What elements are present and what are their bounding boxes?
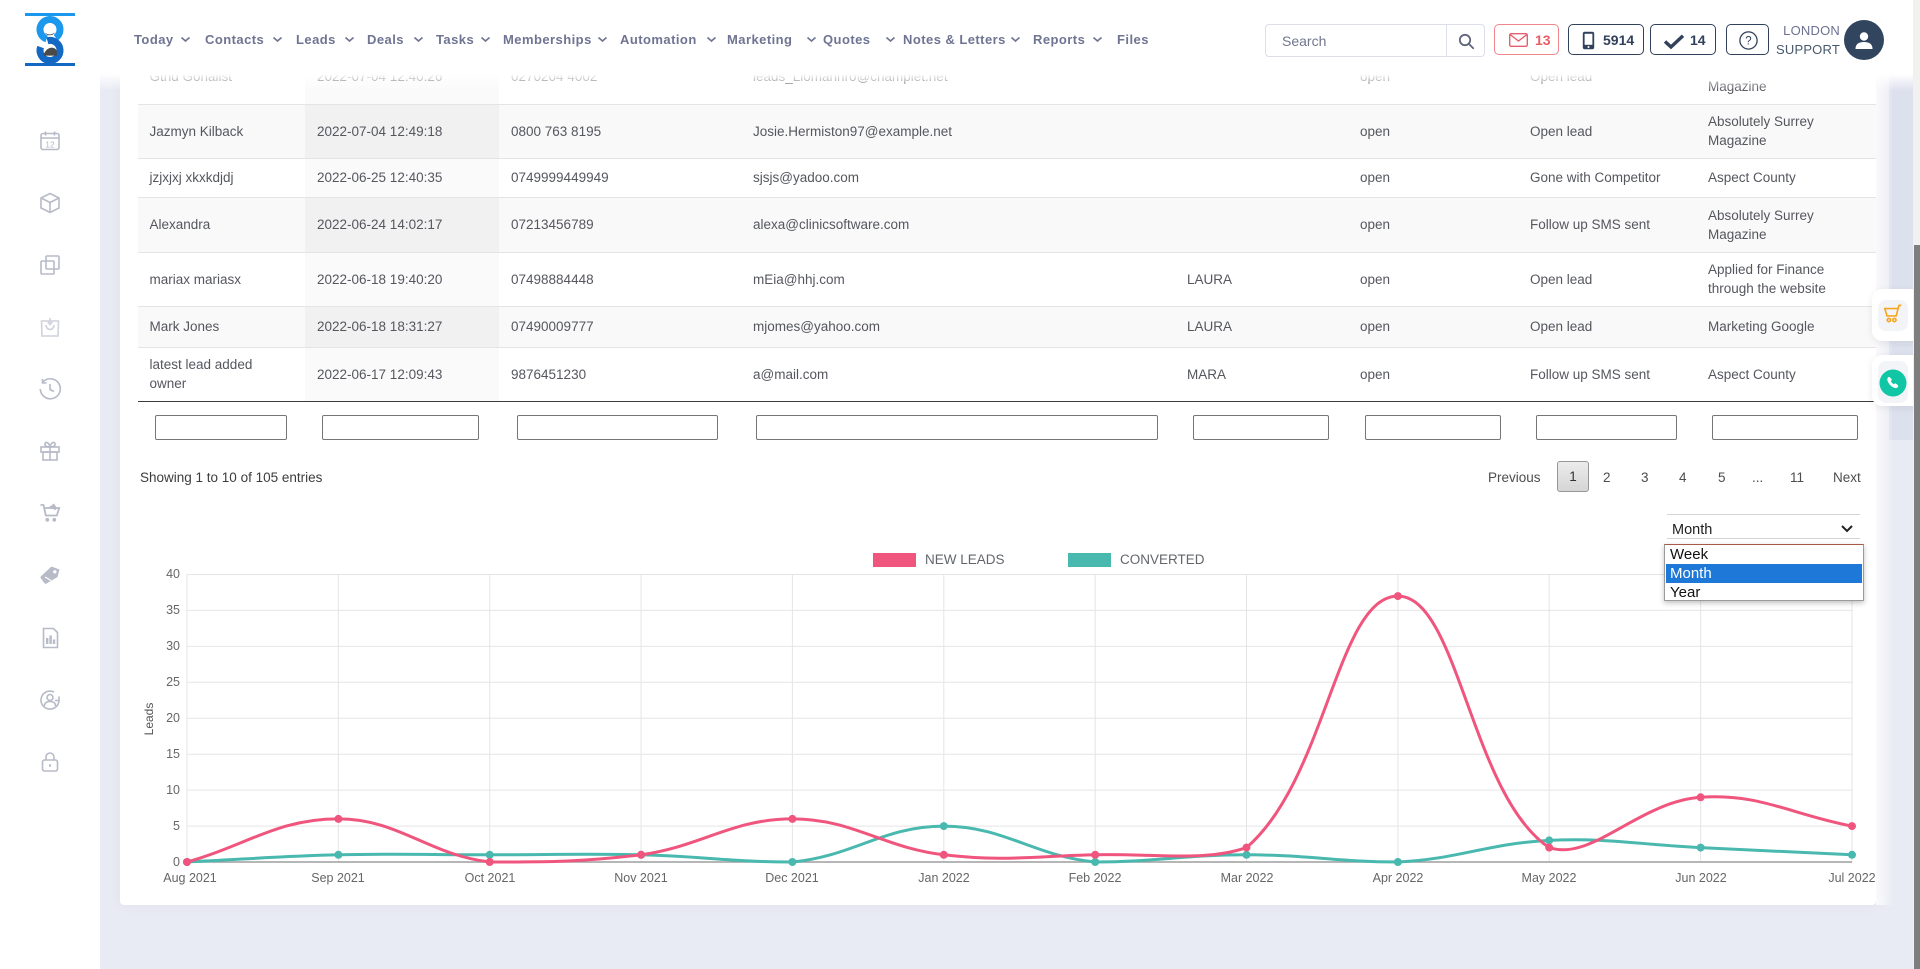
svg-text:15: 15 bbox=[166, 747, 180, 761]
svg-text:Dec 2021: Dec 2021 bbox=[765, 871, 819, 885]
svg-text:5: 5 bbox=[173, 819, 180, 833]
svg-text:Nov 2021: Nov 2021 bbox=[614, 871, 668, 885]
svg-text:Jan 2022: Jan 2022 bbox=[918, 871, 969, 885]
svg-text:35: 35 bbox=[166, 603, 180, 617]
svg-text:?: ? bbox=[1745, 36, 1751, 48]
svg-text:CONVERTED: CONVERTED bbox=[1120, 552, 1205, 567]
svg-text:Oct 2021: Oct 2021 bbox=[465, 871, 516, 885]
svg-text:Aug 2021: Aug 2021 bbox=[163, 871, 217, 885]
svg-text:Jun 2022: Jun 2022 bbox=[1675, 871, 1726, 885]
svg-text:Feb 2022: Feb 2022 bbox=[1069, 871, 1122, 885]
svg-text:40: 40 bbox=[166, 567, 180, 581]
svg-text:20: 20 bbox=[166, 711, 180, 725]
svg-text:Jul 2022: Jul 2022 bbox=[1828, 871, 1875, 885]
svg-text:25: 25 bbox=[166, 675, 180, 689]
svg-text:10: 10 bbox=[166, 783, 180, 797]
svg-text:Mar 2022: Mar 2022 bbox=[1221, 871, 1274, 885]
svg-text:Apr 2022: Apr 2022 bbox=[1373, 871, 1424, 885]
svg-text:Sep 2021: Sep 2021 bbox=[311, 871, 365, 885]
svg-text:May 2022: May 2022 bbox=[1522, 871, 1577, 885]
svg-text:0: 0 bbox=[173, 855, 180, 869]
svg-text:Leads: Leads bbox=[142, 703, 156, 736]
svg-text:12: 12 bbox=[45, 140, 55, 150]
svg-text:NEW LEADS: NEW LEADS bbox=[925, 552, 1005, 567]
svg-text:30: 30 bbox=[166, 639, 180, 653]
